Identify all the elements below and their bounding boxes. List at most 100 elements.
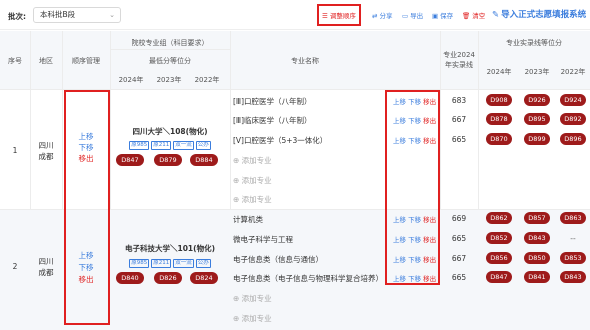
major-name: [Ⅲ]临床医学（八年制） xyxy=(233,116,312,125)
share-label: 分享 xyxy=(379,12,393,20)
major-line: 683 xyxy=(451,96,467,105)
clear-label: 清空 xyxy=(472,12,486,20)
school-tags: 原985 原211 双一流 公办 xyxy=(110,139,230,150)
header-major-2023: 2023年 xyxy=(524,68,550,76)
rank-badge: D840 xyxy=(116,272,144,284)
header-region: 地区 xyxy=(39,57,53,65)
header-2023: 2023年 xyxy=(156,76,182,84)
school-name[interactable]: 电子科技大学＼101(物化) xyxy=(110,243,230,254)
rank-badge: D824 xyxy=(190,272,218,284)
rank-badge: D899 xyxy=(524,133,550,145)
rank-badge: D884 xyxy=(190,154,218,166)
rank-badge: D857 xyxy=(524,212,550,224)
add-major-label: 添加专业 xyxy=(241,176,272,185)
header-order-mgmt: 顺序管理 xyxy=(72,57,100,65)
row-region: 四川 成都 xyxy=(38,141,54,161)
major-line: 665 xyxy=(451,273,467,282)
major-line: 667 xyxy=(451,254,467,263)
rank-badge: D847 xyxy=(116,154,144,166)
tag-badge: 原985 xyxy=(129,141,150,150)
export-button[interactable]: ▭ 导出 xyxy=(402,10,423,20)
rank-badge: D862 xyxy=(486,212,512,224)
tag-badge: 公办 xyxy=(195,141,211,150)
tag-badge: 双一流 xyxy=(173,259,194,268)
row-region: 四川 成都 xyxy=(38,257,54,277)
tag-badge: 公办 xyxy=(195,259,211,268)
major-line: 667 xyxy=(451,115,467,124)
major-name: [Ⅲ]口腔医学（八年制） xyxy=(233,97,312,106)
rank-badge: D908 xyxy=(486,94,512,106)
major-name: 计算机类 xyxy=(233,215,263,224)
rank-badge: D870 xyxy=(486,133,512,145)
school-tags: 原985 原211 双一流 公办 xyxy=(110,257,230,268)
export-label: 导出 xyxy=(410,12,424,20)
batch-label: 批次: xyxy=(8,12,26,21)
sort-icon: ☰ xyxy=(322,12,328,20)
major-line: 669 xyxy=(451,214,467,223)
major-line: 665 xyxy=(451,135,467,144)
header-major-rank: 专业实录线等位分 xyxy=(506,39,562,47)
add-major-button[interactable]: ⊕ 添加专业 xyxy=(233,313,272,324)
rank-badge: D879 xyxy=(154,154,182,166)
rank-badge: D892 xyxy=(560,113,586,125)
edit-icon: ✎ xyxy=(492,10,500,20)
major-name: 电子信息类（信息与通信） xyxy=(233,255,323,264)
add-major-button[interactable]: ⊕ 添加专业 xyxy=(233,194,272,205)
rank-badge: D843 xyxy=(560,271,586,283)
batch-select-value: 本科批B段 xyxy=(40,10,76,19)
adjust-order-button[interactable]: ☰ 调整顺序 xyxy=(322,10,356,20)
tag-badge: 原211 xyxy=(151,259,172,268)
row-seq: 2 xyxy=(12,262,18,271)
add-major-label: 添加专业 xyxy=(241,156,272,165)
rank-badge: D843 xyxy=(524,232,550,244)
add-major-label: 添加专业 xyxy=(241,294,272,303)
major-line: 665 xyxy=(451,234,467,243)
add-major-label: 添加专业 xyxy=(241,195,272,204)
major-order-highlight xyxy=(385,90,440,285)
header-major-2024: 2024年 xyxy=(486,68,512,76)
rank-badge: D895 xyxy=(524,113,550,125)
rank-badge: D852 xyxy=(486,232,512,244)
rank-badge: D847 xyxy=(486,271,512,283)
row-seq: 1 xyxy=(12,146,18,155)
header-min-rank: 最低分等位分 xyxy=(149,57,191,65)
rank-badge: D850 xyxy=(524,252,550,264)
chevron-down-icon: ⌄ xyxy=(109,11,115,19)
trash-icon: 🗑 xyxy=(462,12,471,20)
major-name: 电子信息类（电子信息与物理科学复合培养） xyxy=(233,274,383,283)
rank-empty: -- xyxy=(570,234,576,243)
add-major-button[interactable]: ⊕ 添加专业 xyxy=(233,293,272,304)
header-2022: 2022年 xyxy=(194,76,220,84)
rank-badge: D896 xyxy=(560,133,586,145)
share-icon: ⇄ xyxy=(372,12,378,20)
tag-badge: 原985 xyxy=(129,259,150,268)
header-major-name: 专业名称 xyxy=(291,57,319,65)
rank-badge: D878 xyxy=(486,113,512,125)
tag-badge: 双一流 xyxy=(173,141,194,150)
header-major-2024-line: 专业2024年实录线 xyxy=(443,51,475,69)
save-label: 保存 xyxy=(440,12,454,20)
import-button[interactable]: ✎ 导入正式志愿填报系统 xyxy=(492,8,586,20)
share-button[interactable]: ⇄ 分享 xyxy=(372,10,392,20)
rank-badge: D826 xyxy=(154,272,182,284)
rank-badge: D856 xyxy=(486,252,512,264)
adjust-order-label: 调整顺序 xyxy=(329,12,356,20)
major-name: [Ⅴ]口腔医学（5+3一体化） xyxy=(233,136,328,145)
header-group: 院校专业组（科目要求） xyxy=(131,39,209,47)
save-icon: ▣ xyxy=(432,12,439,20)
clear-button[interactable]: 🗑 清空 xyxy=(462,10,485,20)
add-major-button[interactable]: ⊕ 添加专业 xyxy=(233,175,272,186)
rank-badge: D841 xyxy=(524,271,550,283)
batch-select[interactable]: 本科批B段 ⌄ xyxy=(33,7,121,23)
rank-badge: D853 xyxy=(560,252,586,264)
rank-badge: D924 xyxy=(560,94,586,106)
toolbar: 批次: 本科批B段 ⌄ ☰ 调整顺序 ⇄ 分享 ▭ 导出 ▣ 保存 🗑 清空 ✎ 导入正式志… xyxy=(0,0,590,30)
export-icon: ▭ xyxy=(402,12,409,20)
save-button[interactable]: ▣ 保存 xyxy=(432,10,453,20)
school-name[interactable]: 四川大学＼108(物化) xyxy=(110,126,230,137)
rank-badge: D926 xyxy=(524,94,550,106)
add-major-button[interactable]: ⊕ 添加专业 xyxy=(233,155,272,166)
major-name: 微电子科学与工程 xyxy=(233,235,293,244)
order-column-highlight xyxy=(64,90,110,325)
import-label: 导入正式志愿填报系统 xyxy=(501,10,587,20)
